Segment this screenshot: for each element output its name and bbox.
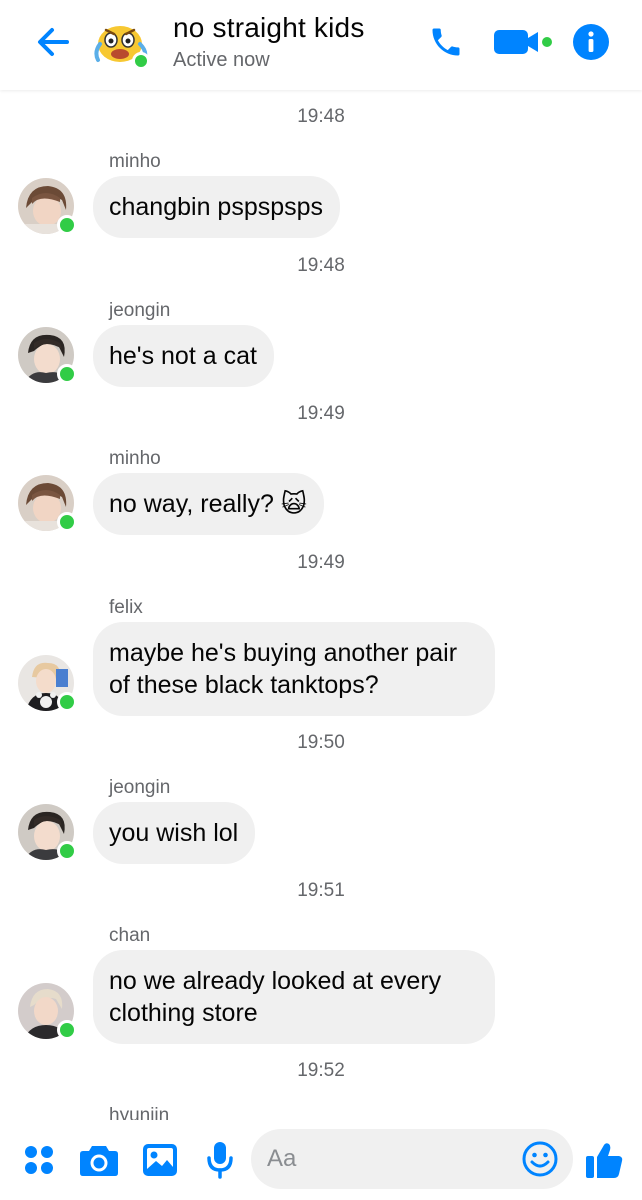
- phone-icon: [432, 28, 460, 56]
- online-indicator: [57, 364, 77, 384]
- timestamp: 19:50: [297, 732, 345, 753]
- message-input[interactable]: [267, 1129, 517, 1189]
- sender-name: jeongin: [109, 777, 171, 798]
- emoji-button[interactable]: [521, 1140, 559, 1178]
- message-composer: [0, 1120, 642, 1200]
- like-button[interactable]: [582, 1140, 626, 1180]
- avatar-chan[interactable]: [18, 983, 77, 1040]
- camera-icon: [80, 1146, 118, 1176]
- online-indicator: [57, 692, 77, 712]
- conversation-header: no straight kids Active now: [0, 0, 642, 90]
- message-bubble[interactable]: you wish lol: [93, 802, 256, 864]
- camera-button[interactable]: [78, 1140, 120, 1180]
- timestamp: 19:51: [297, 880, 345, 901]
- thumbs-up-icon: [586, 1143, 623, 1178]
- info-icon: [573, 24, 609, 60]
- online-indicator: [57, 215, 77, 235]
- message-list[interactable]: 19:48 minho changbin pspspsps 19:48 jeon…: [0, 90, 642, 1120]
- message-bubble[interactable]: changbin pspspsps: [93, 176, 341, 238]
- info-button[interactable]: [570, 22, 612, 62]
- message-bubble[interactable]: maybe he's buying another pair of these …: [93, 622, 495, 716]
- more-actions-button[interactable]: [20, 1140, 58, 1180]
- avatar-minho[interactable]: [18, 178, 77, 235]
- avatar-minho[interactable]: [18, 475, 77, 532]
- arrow-left-icon: [38, 28, 69, 56]
- sender-name: felix: [109, 597, 143, 618]
- active-status: Active now: [173, 49, 270, 71]
- message-bubble[interactable]: he's not a cat: [93, 325, 274, 387]
- video-camera-icon: [494, 30, 552, 54]
- video-call-button[interactable]: [490, 22, 556, 62]
- online-indicator: [132, 52, 150, 70]
- online-indicator: [57, 841, 77, 861]
- timestamp: 19:52: [297, 1060, 345, 1081]
- avatar-jeongin[interactable]: [18, 327, 77, 384]
- message-bubble[interactable]: no we already looked at every clothing s…: [93, 950, 495, 1044]
- message-input-container[interactable]: [251, 1129, 573, 1189]
- gallery-button[interactable]: [140, 1140, 180, 1180]
- group-avatar[interactable]: [92, 14, 150, 72]
- voice-message-button[interactable]: [202, 1140, 238, 1180]
- sender-name: chan: [109, 925, 151, 946]
- timestamp: 19:49: [297, 403, 345, 424]
- image-icon: [143, 1144, 177, 1176]
- microphone-icon: [207, 1142, 233, 1179]
- conversation-title[interactable]: no straight kids: [173, 12, 365, 44]
- voice-call-button[interactable]: [424, 22, 468, 62]
- avatar-felix[interactable]: [18, 655, 77, 712]
- back-button[interactable]: [30, 22, 76, 62]
- sender-name: minho: [109, 151, 161, 172]
- sender-name: minho: [109, 448, 161, 469]
- sender-name: jeongin: [109, 300, 171, 321]
- avatar-jeongin[interactable]: [18, 804, 77, 861]
- message-bubble[interactable]: no way, really? 🙀: [93, 473, 324, 535]
- timestamp: 19:48: [297, 106, 345, 127]
- online-indicator: [57, 512, 77, 532]
- timestamp: 19:48: [297, 255, 345, 276]
- timestamp: 19:49: [297, 552, 345, 573]
- online-indicator: [57, 1020, 77, 1040]
- four-dots-icon: [25, 1146, 53, 1174]
- sender-name: hyunjin: [109, 1105, 170, 1120]
- smiley-icon: [522, 1141, 558, 1177]
